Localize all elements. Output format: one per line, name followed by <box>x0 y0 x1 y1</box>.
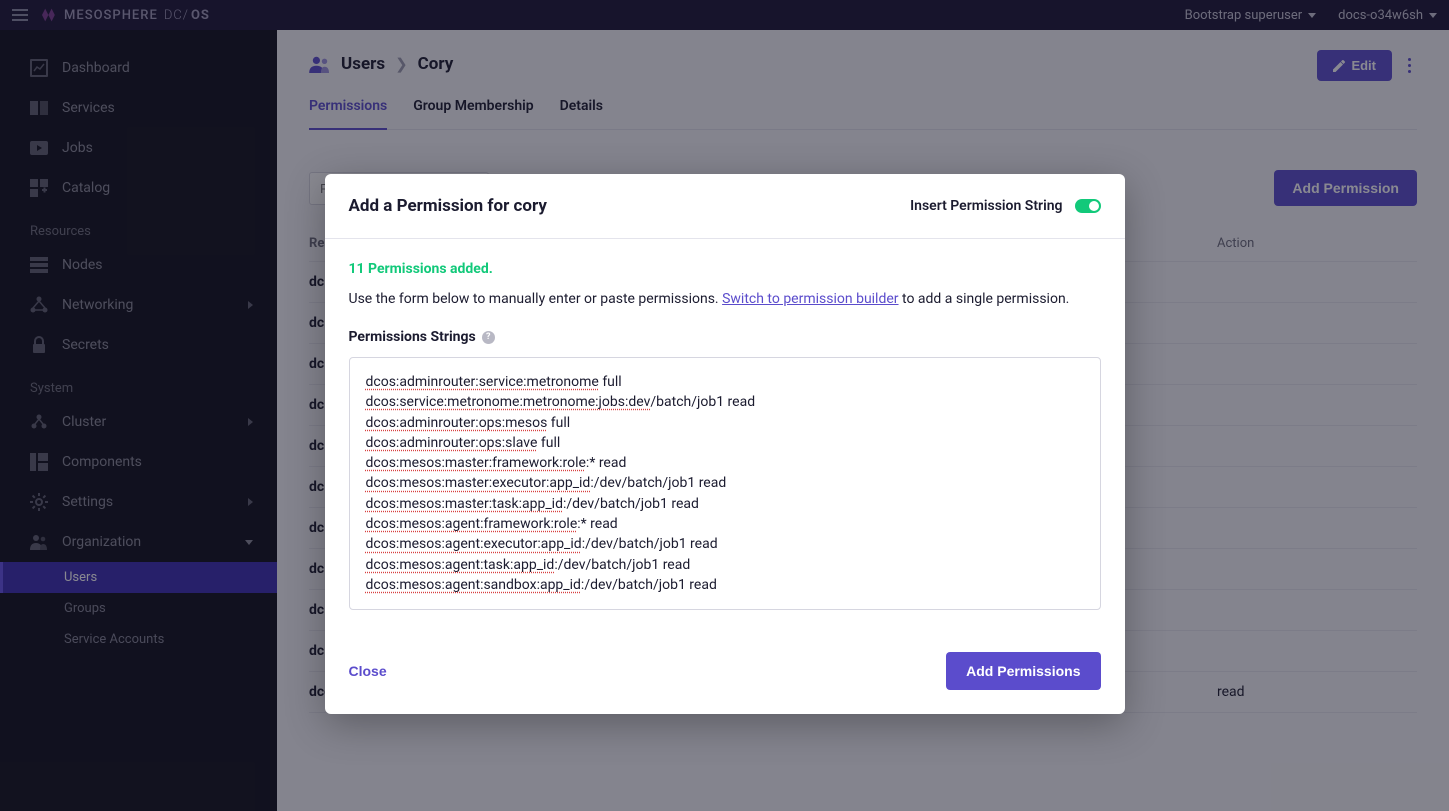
modal-body: 11 Permissions added. Use the form below… <box>325 239 1125 632</box>
toggle-label: Insert Permission String <box>910 198 1062 214</box>
modal-header: Add a Permission for cory Insert Permiss… <box>325 174 1125 239</box>
success-message: 11 Permissions added. <box>349 261 1101 277</box>
permissions-textarea[interactable]: dcos:adminrouter:service:metronome fulld… <box>349 357 1101 610</box>
help-text: Use the form below to manually enter or … <box>349 291 1101 307</box>
modal-overlay[interactable]: Add a Permission for cory Insert Permiss… <box>0 0 1449 811</box>
close-button[interactable]: Close <box>349 663 387 679</box>
help-icon[interactable]: ? <box>482 331 495 344</box>
field-label: Permissions Strings ? <box>349 329 1101 345</box>
modal-footer: Close Add Permissions <box>325 632 1125 714</box>
switch-builder-link[interactable]: Switch to permission builder <box>722 291 898 307</box>
add-permissions-button[interactable]: Add Permissions <box>946 652 1100 690</box>
add-permission-modal: Add a Permission for cory Insert Permiss… <box>325 174 1125 714</box>
toggle-wrap: Insert Permission String <box>910 198 1100 214</box>
modal-title: Add a Permission for cory <box>349 196 547 216</box>
insert-string-toggle[interactable] <box>1075 199 1101 213</box>
